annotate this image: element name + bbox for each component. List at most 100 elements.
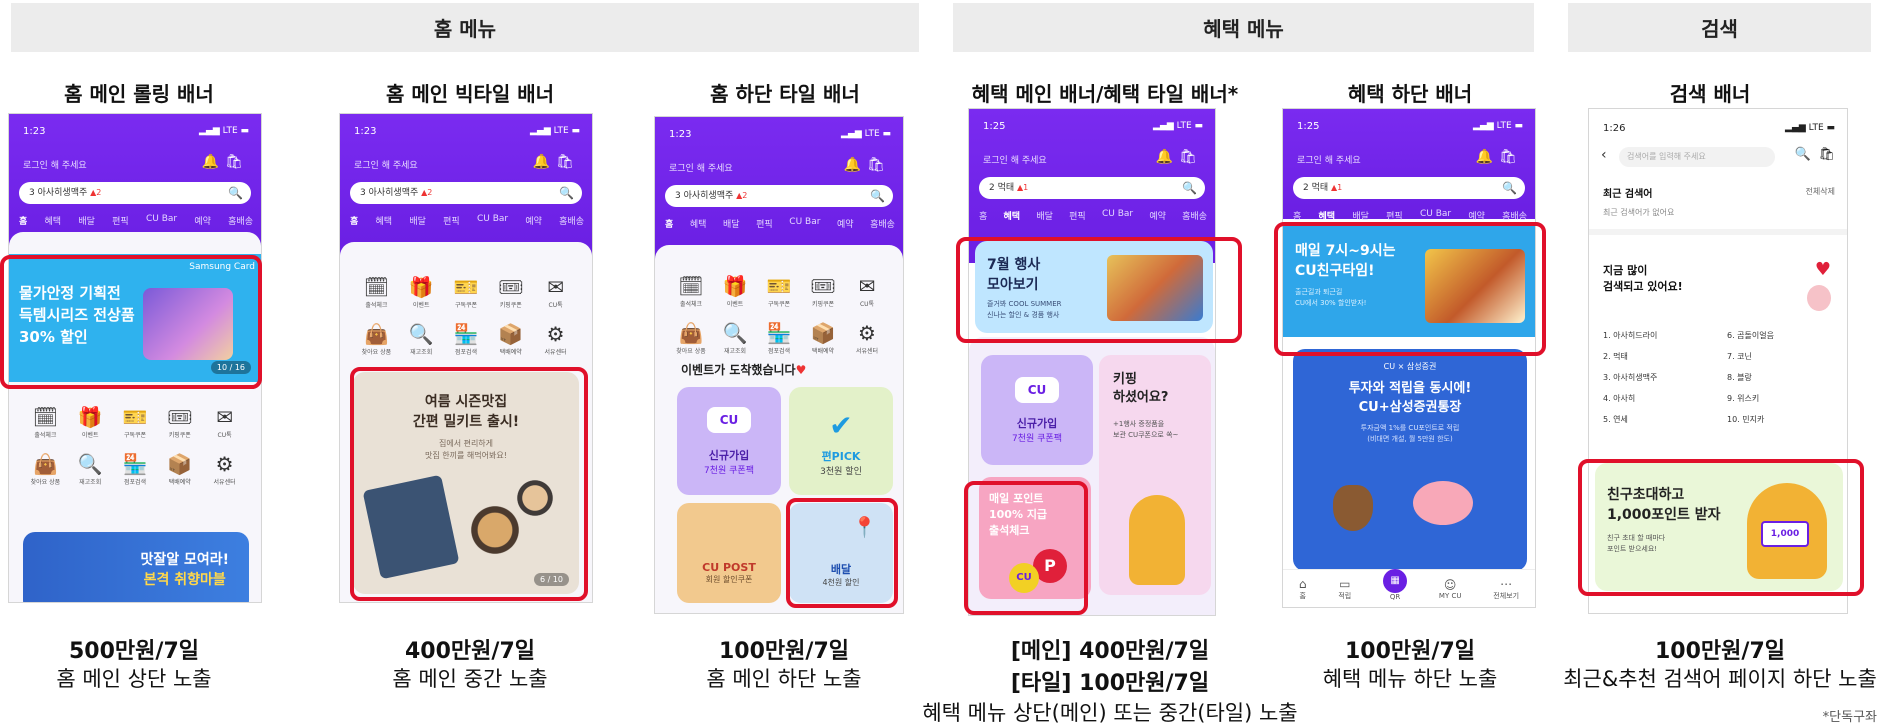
nav-home[interactable]: ⌂ 홈	[1299, 577, 1307, 601]
search-input[interactable]: 2 먹태 ▲1 🔍	[979, 177, 1205, 199]
tab-benefit[interactable]: 혜택	[690, 217, 707, 230]
tab-homedelivery[interactable]: 홈배송	[559, 214, 584, 227]
nav-stamp[interactable]: ▭ 적립	[1338, 577, 1351, 601]
quick-item[interactable]: ⚙ 서유센터	[202, 453, 247, 486]
clear-all-button[interactable]: 전체삭제	[1806, 186, 1835, 197]
tab-homedelivery[interactable]: 홈배송	[228, 214, 253, 227]
search-input[interactable]: 3 아사히생맥주 ▲2 🔍	[350, 182, 582, 204]
quick-item[interactable]: 🎫 구독쿠폰	[113, 406, 158, 439]
tab-cubar[interactable]: CU Bar	[477, 214, 508, 227]
tab-reserve[interactable]: 예약	[837, 217, 854, 230]
quick-item[interactable]: ✉ CU톡	[202, 406, 247, 439]
tab-cubar[interactable]: CU Bar	[789, 217, 820, 230]
bell-icon[interactable]: 🔔	[1156, 149, 1179, 165]
tab-pick[interactable]: 편픽	[1069, 209, 1086, 222]
back-icon[interactable]: ‹	[1601, 147, 1607, 163]
bell-icon[interactable]: 🔔	[1476, 149, 1499, 165]
rank-item[interactable]: 3. 아사히생맥주	[1603, 367, 1657, 388]
quick-item[interactable]: 📦 택배예약	[157, 453, 202, 486]
tab-home[interactable]: 홈	[979, 209, 987, 222]
tab-homedelivery[interactable]: 홈배송	[1182, 209, 1207, 222]
quick-item[interactable]: 🎟 키핑쿠폰	[488, 276, 533, 309]
quick-item[interactable]: 👜 찾아요 상품	[669, 322, 713, 355]
tab-delivery[interactable]: 배달	[1036, 209, 1053, 222]
tab-reserve[interactable]: 예약	[1468, 209, 1485, 222]
quick-item[interactable]: 🔍 재고조회	[399, 323, 444, 356]
rank-item[interactable]: 7. 코닌	[1727, 346, 1774, 367]
nav-mycu[interactable]: ☺ MY CU	[1439, 578, 1462, 600]
quick-item[interactable]: 📦 택배예약	[488, 323, 533, 356]
login-prompt[interactable]: 로그인 해 주세요	[354, 158, 418, 171]
quick-item[interactable]: 🏪 점포검색	[113, 453, 158, 486]
tab-delivery[interactable]: 배달	[409, 214, 426, 227]
rank-item[interactable]: 4. 아사히	[1603, 388, 1657, 409]
quick-item[interactable]: 🏪 점포검색	[757, 322, 801, 355]
tab-cubar[interactable]: CU Bar	[1420, 209, 1451, 222]
quick-item[interactable]: 🗓 출석체크	[23, 406, 68, 439]
quick-item[interactable]: ✉ CU톡	[845, 275, 889, 308]
rank-item[interactable]: 5. 연세	[1603, 409, 1657, 430]
tile-signup[interactable]: CU 신규가입 7천원 쿠폰팩	[677, 387, 781, 495]
rank-item[interactable]: 8. 블랑	[1727, 367, 1774, 388]
rank-item[interactable]: 1. 아사히드라이	[1603, 325, 1657, 346]
quick-item[interactable]: 🎟 키핑쿠폰	[157, 406, 202, 439]
nav-all[interactable]: ⋯ 전체보기	[1493, 577, 1519, 601]
tab-delivery[interactable]: 배달	[78, 214, 95, 227]
cart-icon[interactable]: 🛍	[1818, 147, 1835, 162]
quick-item[interactable]: 🎫 구독쿠폰	[444, 276, 489, 309]
cart-icon[interactable]: 🛍	[556, 154, 580, 170]
tile-post[interactable]: CU POST 회원 할인쿠폰	[677, 503, 781, 603]
rank-item[interactable]: 10. 민지카	[1727, 409, 1774, 430]
search-icon[interactable]: 🔍	[1795, 147, 1811, 162]
tab-home[interactable]: 홈	[1293, 209, 1301, 222]
search-input[interactable]: 2 먹태 ▲1 🔍	[1293, 177, 1525, 199]
tab-benefit[interactable]: 혜택	[1319, 209, 1336, 222]
search-input[interactable]: 3 아사히생맥주 ▲2 🔍	[19, 182, 251, 204]
search-input[interactable]: 3 아사히생맥주 ▲2 🔍	[665, 185, 893, 207]
login-prompt[interactable]: 로그인 해 주세요	[669, 161, 733, 174]
tab-pick[interactable]: 편픽	[756, 217, 773, 230]
tab-reserve[interactable]: 예약	[1149, 209, 1166, 222]
cart-icon[interactable]: 🛍	[867, 157, 891, 173]
tab-cubar[interactable]: CU Bar	[146, 214, 177, 227]
rank-item[interactable]: 2. 먹태	[1603, 346, 1657, 367]
login-prompt[interactable]: 로그인 해 주세요	[983, 153, 1047, 166]
quick-item[interactable]: 🏪 점포검색	[444, 323, 489, 356]
quick-item[interactable]: ⚙ 서유센터	[533, 323, 578, 356]
search-icon[interactable]: 🔍	[1502, 177, 1517, 199]
quick-item[interactable]: 👜 찾아요 상품	[23, 453, 68, 486]
tab-cubar[interactable]: CU Bar	[1102, 209, 1133, 222]
bell-icon[interactable]: 🔔	[844, 157, 867, 173]
tab-pick[interactable]: 편픽	[443, 214, 460, 227]
tab-homedelivery[interactable]: 홈배송	[1502, 209, 1527, 222]
bell-icon[interactable]: 🔔	[202, 154, 225, 170]
tile-signup[interactable]: CU 신규가입 7천원 쿠폰팩	[981, 355, 1093, 465]
cart-icon[interactable]: 🛍	[1499, 149, 1523, 165]
search-icon[interactable]: 🔍	[870, 185, 885, 207]
quick-item[interactable]: 🗓 출석체크	[669, 275, 713, 308]
tab-delivery[interactable]: 배달	[723, 217, 740, 230]
tab-pick[interactable]: 편픽	[1386, 209, 1403, 222]
tab-delivery[interactable]: 배달	[1352, 209, 1369, 222]
next-banner[interactable]: 맛잘알 모여라! 본격 취향마블	[23, 532, 249, 602]
tab-benefit[interactable]: 혜택	[1004, 209, 1021, 222]
quick-item[interactable]: 👜 찾아요 상품	[354, 323, 399, 356]
quick-item[interactable]: 🎁 이벤트	[68, 406, 113, 439]
quick-item[interactable]: ✉ CU톡	[533, 276, 578, 309]
tab-home[interactable]: 홈	[350, 214, 358, 227]
search-input[interactable]: 검색어를 입력해 주세요	[1619, 147, 1775, 167]
tab-benefit[interactable]: 혜택	[376, 214, 393, 227]
tab-pick[interactable]: 편픽	[112, 214, 129, 227]
tab-home[interactable]: 홈	[19, 214, 27, 227]
rank-item[interactable]: 6. 곰돌이얼음	[1727, 325, 1774, 346]
search-icon[interactable]: 🔍	[559, 182, 574, 204]
tab-reserve[interactable]: 예약	[194, 214, 211, 227]
rank-item[interactable]: 9. 위스키	[1727, 388, 1774, 409]
bell-icon[interactable]: 🔔	[533, 154, 556, 170]
benefit-invest-banner[interactable]: CU × 삼성증권 투자와 적립을 동시에! CU+삼성증권통장 투자금액 1%…	[1293, 349, 1527, 571]
cart-icon[interactable]: 🛍	[1179, 149, 1203, 165]
search-icon[interactable]: 🔍	[228, 182, 243, 204]
login-prompt[interactable]: 로그인 해 주세요	[1297, 153, 1361, 166]
quick-item[interactable]: 📦 택배예약	[801, 322, 845, 355]
quick-item[interactable]: ⚙ 서유센터	[845, 322, 889, 355]
